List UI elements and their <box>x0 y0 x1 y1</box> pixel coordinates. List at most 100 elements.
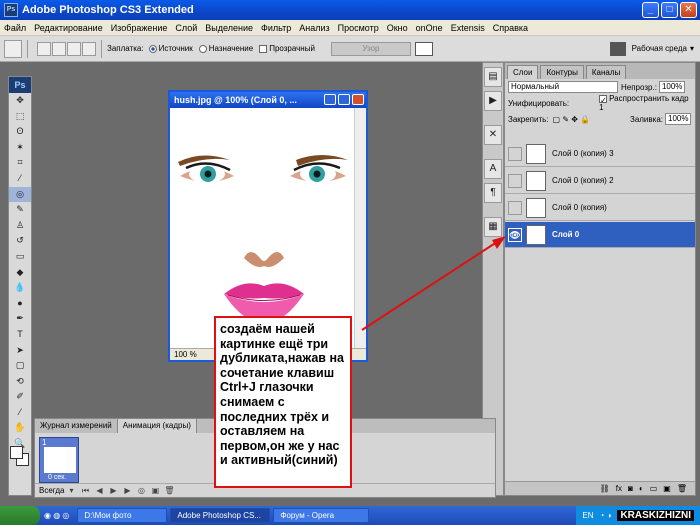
layer-mask-icon[interactable]: ◙ <box>628 484 633 493</box>
use-pattern-button[interactable]: Узор <box>330 41 411 56</box>
pen-tool-icon[interactable]: ✒ <box>9 311 31 327</box>
eyedropper-tool-icon[interactable]: ⁄ <box>9 171 31 187</box>
menu-extensis[interactable]: Extensis <box>447 23 489 33</box>
doc-maximize-icon[interactable] <box>338 94 350 105</box>
group-folder-icon[interactable]: ▭ <box>650 484 658 493</box>
subtract-selection-icon[interactable] <box>67 41 81 56</box>
trash-icon[interactable]: 🗑 <box>677 484 687 493</box>
language-indicator[interactable]: EN <box>582 511 593 520</box>
3d-rotate-tool-icon[interactable]: ⟲ <box>9 374 31 390</box>
document-title-bar[interactable]: hush.jpg @ 100% (Слой 0, ... <box>170 92 366 108</box>
layer-row[interactable]: Слой 0 (копия) 2 <box>505 168 695 194</box>
start-button[interactable] <box>0 506 40 525</box>
frame-delay[interactable]: 0 сек. <box>48 474 66 481</box>
dodge-tool-icon[interactable]: ● <box>9 296 31 312</box>
propagate-checkbox[interactable]: ✓ Распространить кадр 1 <box>599 94 695 112</box>
lasso-tool-icon[interactable]: ʘ <box>9 124 31 140</box>
taskbar-item-photoshop[interactable]: Adobe Photoshop CS... <box>170 508 271 523</box>
lock-icons[interactable]: ▢ ✎ ✥ 🔒 <box>553 115 591 124</box>
menu-view[interactable]: Просмотр <box>334 23 383 33</box>
tab-paths[interactable]: Контуры <box>540 65 584 79</box>
document-canvas[interactable] <box>172 110 354 344</box>
history-panel-icon[interactable]: ▤ <box>484 67 502 87</box>
tray-icons[interactable]: ◔ ◑ <box>600 511 612 520</box>
doc-close-icon[interactable] <box>352 94 364 105</box>
new-layer-icon[interactable]: ▣ <box>663 484 671 493</box>
paragraph-panel-icon[interactable]: ¶ <box>484 183 502 203</box>
delete-frame-icon[interactable]: 🗑 <box>163 486 175 496</box>
foreground-color[interactable] <box>10 446 23 459</box>
add-selection-icon[interactable] <box>52 41 66 56</box>
fill-input[interactable]: 100% <box>665 113 691 125</box>
clone-stamp-tool-icon[interactable]: ♙ <box>9 218 31 234</box>
prev-frame-icon[interactable]: ◀ <box>93 486 105 496</box>
layer-comps-icon[interactable]: ▦ <box>484 217 502 237</box>
tab-measurement-log[interactable]: Журнал измерений <box>35 419 118 433</box>
tab-animation-frames[interactable]: Анимация (кадры) <box>117 419 197 433</box>
hand-tool-icon[interactable]: ✋ <box>9 420 31 436</box>
crop-tool-icon[interactable]: ⌗ <box>9 155 31 171</box>
play-icon[interactable]: ▶ <box>107 486 119 496</box>
close-button[interactable]: ✕ <box>680 2 697 18</box>
menu-onone[interactable]: onOne <box>412 23 447 33</box>
history-brush-tool-icon[interactable]: ↺ <box>9 233 31 249</box>
menu-window[interactable]: Окно <box>383 23 412 33</box>
tween-icon[interactable]: ◎ <box>135 486 147 496</box>
workspace-menu[interactable]: Рабочая среда ▾ <box>609 41 694 56</box>
first-frame-icon[interactable]: ⏮ <box>79 486 91 496</box>
visibility-toggle[interactable] <box>508 146 522 161</box>
link-layers-icon[interactable]: ⛓ <box>600 484 610 493</box>
layer-row-active[interactable]: 👁 Слой 0 <box>505 222 695 248</box>
blend-mode-select[interactable]: Нормальный <box>508 81 618 93</box>
type-tool-icon[interactable]: T <box>9 327 31 343</box>
path-selection-tool-icon[interactable]: ➤ <box>9 343 31 359</box>
eye-icon[interactable]: 👁 <box>508 227 522 242</box>
menu-file[interactable]: Файл <box>0 23 30 33</box>
color-swatches[interactable] <box>10 446 30 468</box>
magic-wand-tool-icon[interactable]: ✶ <box>9 140 31 156</box>
brush-tool-icon[interactable]: ✎ <box>9 202 31 218</box>
source-radio[interactable]: Источник <box>148 44 193 53</box>
loop-select[interactable]: Всегда <box>39 486 64 495</box>
zoom-level[interactable]: 100 % <box>174 350 197 359</box>
pattern-swatch[interactable] <box>414 41 433 56</box>
intersect-selection-icon[interactable] <box>82 41 96 56</box>
minimize-button[interactable]: _ <box>642 2 659 18</box>
menu-layer[interactable]: Слой <box>171 23 201 33</box>
maximize-button[interactable]: □ <box>661 2 678 18</box>
character-panel-icon[interactable]: A <box>484 159 502 179</box>
duplicate-frame-icon[interactable]: ▣ <box>149 486 161 496</box>
shape-tool-icon[interactable]: ▢ <box>9 358 31 374</box>
tab-channels[interactable]: Каналы <box>585 65 627 79</box>
taskbar-item-opera[interactable]: Форум - Opera <box>273 508 370 523</box>
eraser-tool-icon[interactable]: ▭ <box>9 249 31 265</box>
adjustment-layer-icon[interactable]: ◐ <box>639 484 644 493</box>
menu-image[interactable]: Изображение <box>107 23 172 33</box>
document-vertical-scrollbar[interactable] <box>354 108 366 348</box>
layer-style-icon[interactable]: fx <box>616 484 622 493</box>
visibility-toggle[interactable] <box>508 200 522 215</box>
opacity-input[interactable]: 100% <box>658 81 685 93</box>
eyedropper2-tool-icon[interactable]: ⁄ <box>9 405 31 421</box>
layer-row[interactable]: Слой 0 (копия) 3 <box>505 141 695 167</box>
taskbar-item-folder[interactable]: D:\Мои фото <box>77 508 168 523</box>
menu-filter[interactable]: Фильтр <box>257 23 295 33</box>
patch-tool-icon[interactable]: ◎ <box>9 186 31 203</box>
layer-row[interactable]: Слой 0 (копия) <box>505 195 695 221</box>
blur-tool-icon[interactable]: 💧 <box>9 280 31 296</box>
destination-radio[interactable]: Назначение <box>198 44 253 53</box>
menu-select[interactable]: Выделение <box>201 23 257 33</box>
marquee-tool-icon[interactable]: ⬚ <box>9 109 31 125</box>
patch-tool-preset-icon[interactable] <box>4 39 22 58</box>
menu-edit[interactable]: Редактирование <box>30 23 107 33</box>
menu-analysis[interactable]: Анализ <box>295 23 333 33</box>
next-frame-icon[interactable]: ▶ <box>121 486 133 496</box>
menu-help[interactable]: Справка <box>489 23 532 33</box>
new-selection-icon[interactable] <box>37 41 51 56</box>
move-tool-icon[interactable]: ✥ <box>9 93 31 109</box>
tab-layers[interactable]: Слои <box>507 65 539 79</box>
animation-frame[interactable]: 1 0 сек. <box>39 437 79 483</box>
actions-panel-icon[interactable]: ▶ <box>484 91 502 111</box>
tool-presets-icon[interactable]: ✕ <box>484 125 502 145</box>
notes-tool-icon[interactable]: ✐ <box>9 389 31 405</box>
